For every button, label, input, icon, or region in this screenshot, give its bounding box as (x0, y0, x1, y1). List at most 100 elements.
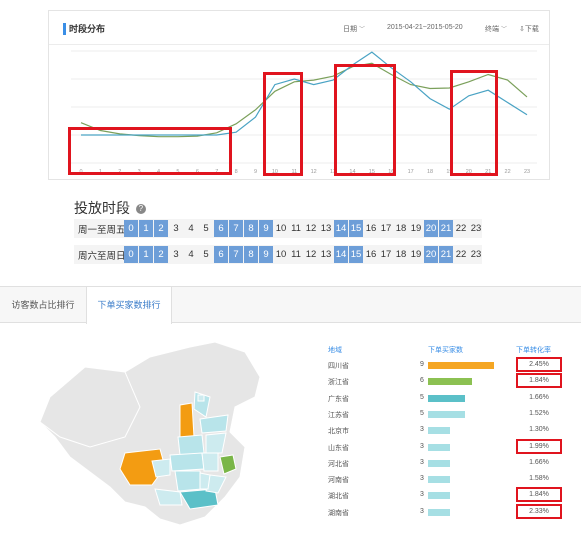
conversion-rate: 1.66% (529, 458, 549, 466)
slot-hour-18[interactable]: 18 (394, 220, 408, 237)
slot-hour-5[interactable]: 5 (199, 246, 213, 263)
highlight-box-rate (516, 503, 562, 519)
buyer-count: 3 (420, 507, 424, 515)
slot-hour-20[interactable]: 20 (424, 220, 438, 237)
slot-hour-12[interactable]: 12 (304, 220, 318, 237)
region-name: 浙江省 (328, 379, 349, 387)
tab-visitor-share[interactable]: 访客数占比排行 (0, 287, 86, 323)
buyer-count: 5 (420, 409, 424, 417)
conversion-rate: 1.52% (529, 409, 549, 417)
slots-title: 投放时段 ? (74, 198, 146, 218)
download-button[interactable]: ⇩下载 (519, 24, 539, 34)
x-tick-label: 23 (524, 169, 530, 175)
x-tick-label: 18 (427, 169, 433, 175)
region-name: 湖北省 (328, 493, 349, 501)
slot-hour-8[interactable]: 8 (244, 220, 258, 237)
slot-hour-16[interactable]: 16 (364, 220, 378, 237)
slot-hour-17[interactable]: 17 (379, 220, 393, 237)
slot-hour-22[interactable]: 22 (454, 220, 468, 237)
chevron-down-icon: ﹀ (501, 27, 508, 33)
slot-hour-16[interactable]: 16 (364, 246, 378, 263)
slot-hour-2[interactable]: 2 (154, 246, 168, 263)
buyer-bar (428, 427, 450, 435)
slot-hour-13[interactable]: 13 (319, 246, 333, 263)
slot-hour-13[interactable]: 13 (319, 220, 333, 237)
buyer-bar (428, 394, 465, 402)
region-name: 河北省 (328, 460, 349, 468)
buyer-bar (428, 443, 450, 451)
slot-hour-4[interactable]: 4 (184, 220, 198, 237)
rank-row: 湖南省 3 2.33% (0, 503, 581, 522)
highlight-box-rate (516, 487, 562, 503)
slot-hour-1[interactable]: 1 (139, 246, 153, 263)
slot-row-weekend: 周六至周日 0 1 2 3 4 5 6 7 8 9 10 11 12 13 14 15 16 17 18 19 20 21… (74, 245, 482, 264)
slot-hour-4[interactable]: 4 (184, 246, 198, 263)
slot-hour-1[interactable]: 1 (139, 220, 153, 237)
slot-hour-6[interactable]: 6 (214, 246, 228, 263)
row-label: 周六至周日 (78, 251, 126, 262)
slot-hour-17[interactable]: 17 (379, 246, 393, 263)
header-rate: 下单转化率 (516, 347, 551, 354)
region-name: 江苏省 (328, 411, 349, 419)
slot-hour-6[interactable]: 6 (214, 220, 228, 237)
slot-hour-7[interactable]: 7 (229, 220, 243, 237)
x-tick-label: 8 (235, 169, 238, 175)
slot-hour-18[interactable]: 18 (394, 246, 408, 263)
tab-buyer-count[interactable]: 下单买家数排行 (86, 287, 172, 324)
slot-hour-14[interactable]: 14 (334, 246, 348, 263)
buyer-count: 3 (420, 475, 424, 483)
slot-hour-9[interactable]: 9 (259, 220, 273, 237)
rank-row: 河北省 3 1.66% (0, 457, 581, 473)
slot-hour-23[interactable]: 23 (469, 246, 483, 263)
slot-hour-0[interactable]: 0 (124, 220, 138, 237)
slot-hour-9[interactable]: 9 (259, 246, 273, 263)
slot-hour-21[interactable]: 21 (439, 220, 453, 237)
date-dropdown[interactable]: 日期 ﹀ (343, 24, 365, 34)
x-tick-label: 9 (254, 169, 257, 175)
slots-title-text: 投放时段 (74, 200, 130, 216)
conversion-rate: 1.30% (529, 426, 549, 434)
slot-hour-14[interactable]: 14 (334, 220, 348, 237)
region-name: 河南省 (328, 477, 349, 485)
terminal-dropdown[interactable]: 终端 ﹀ (485, 24, 507, 34)
date-range[interactable]: 2015-04-21~2015-05-20 (387, 24, 463, 31)
row-label: 周一至周五 (78, 225, 126, 236)
buyer-count: 5 (420, 393, 424, 401)
help-icon[interactable]: ? (135, 204, 146, 215)
slot-hour-12[interactable]: 12 (304, 246, 318, 263)
slot-hour-19[interactable]: 19 (409, 246, 423, 263)
buyer-count: 3 (420, 442, 424, 450)
slot-hour-0[interactable]: 0 (124, 246, 138, 263)
buyer-bar (428, 459, 450, 467)
highlight-box-hours-14-15 (334, 64, 396, 176)
slot-hour-11[interactable]: 11 (289, 246, 303, 263)
buyer-bar (428, 362, 494, 369)
slot-hour-20[interactable]: 20 (424, 246, 438, 263)
slot-hour-10[interactable]: 10 (274, 246, 288, 263)
rank-row: 江苏省 5 1.52% (0, 408, 581, 424)
slot-hour-3[interactable]: 3 (169, 246, 183, 263)
slot-hour-2[interactable]: 2 (154, 220, 168, 237)
slot-hour-21[interactable]: 21 (439, 246, 453, 263)
slot-hour-19[interactable]: 19 (409, 220, 423, 237)
region-name: 广东省 (328, 395, 349, 403)
slot-hour-11[interactable]: 11 (289, 220, 303, 237)
tab-bar: 访客数占比排行 下单买家数排行 (0, 287, 581, 324)
slot-hour-10[interactable]: 10 (274, 220, 288, 237)
region-name: 湖南省 (328, 509, 349, 517)
region-name: 山东省 (328, 444, 349, 452)
slot-hour-5[interactable]: 5 (199, 220, 213, 237)
panel-title: 时段分布 (69, 24, 106, 34)
download-label: 下载 (524, 26, 539, 33)
buyer-bar (428, 378, 472, 386)
slot-hour-7[interactable]: 7 (229, 246, 243, 263)
slot-hour-15[interactable]: 15 (349, 220, 363, 237)
slot-hour-3[interactable]: 3 (169, 220, 183, 237)
slot-hour-15[interactable]: 15 (349, 246, 363, 263)
slot-hour-22[interactable]: 22 (454, 246, 468, 263)
slot-hour-8[interactable]: 8 (244, 246, 258, 263)
slot-hour-23[interactable]: 23 (469, 220, 483, 237)
buyer-bar (428, 508, 450, 516)
header-region: 地域 (328, 347, 342, 354)
date-label: 日期 (343, 26, 357, 33)
